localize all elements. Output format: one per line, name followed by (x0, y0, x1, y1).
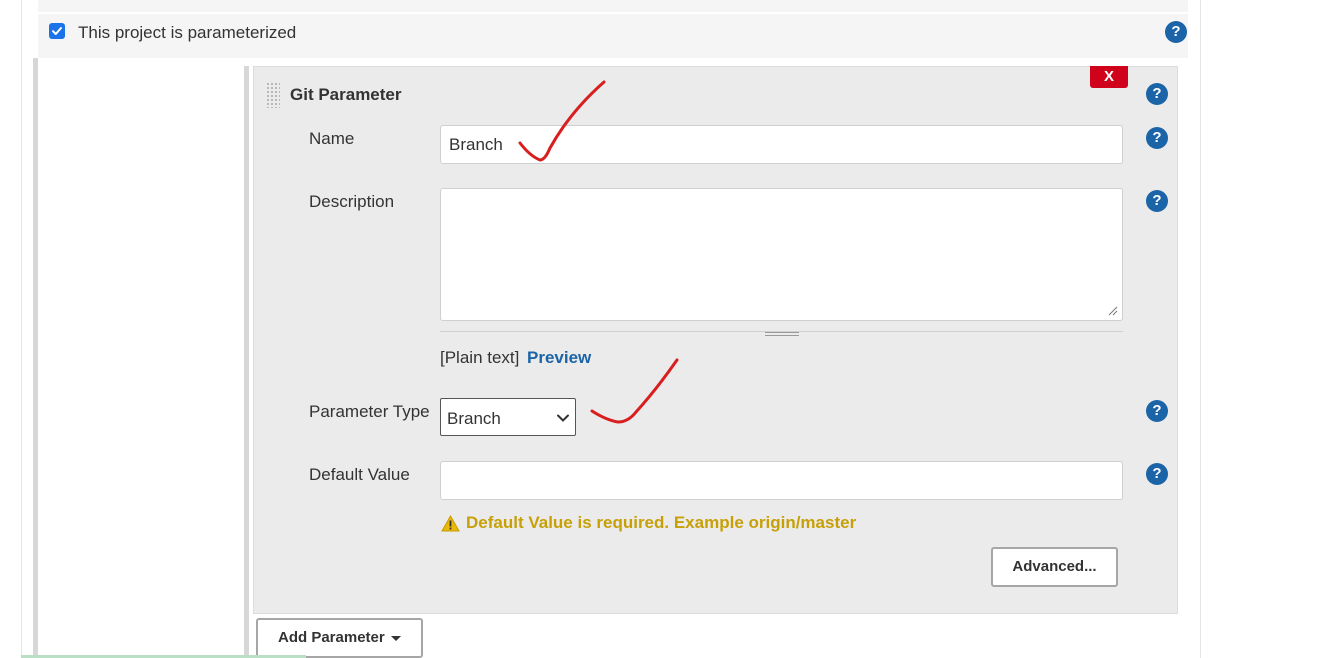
default-value-label: Default Value (309, 465, 410, 484)
chevron-down-icon (557, 414, 569, 422)
description-label: Description (309, 192, 395, 211)
add-parameter-button[interactable]: Add Parameter (256, 618, 423, 658)
parameter-type-label: Parameter Type (309, 402, 430, 421)
name-input[interactable] (440, 125, 1123, 164)
resize-handle-icon[interactable] (1108, 306, 1118, 316)
warning-triangle-icon (441, 515, 460, 532)
parameter-indent-bar (244, 66, 249, 658)
caret-down-icon (390, 635, 401, 641)
help-icon[interactable]: ? (1146, 83, 1168, 105)
default-value-input[interactable] (440, 461, 1123, 500)
preview-grip-icon[interactable] (765, 332, 799, 336)
section-indent-bar (33, 58, 38, 658)
parameterized-label: This project is parameterized (78, 23, 297, 42)
default-value-warning: Default Value is required. Example origi… (466, 513, 857, 532)
parameterized-checkbox[interactable] (49, 23, 65, 39)
help-icon[interactable]: ? (1146, 400, 1168, 422)
name-label: Name (309, 129, 355, 148)
description-textarea[interactable] (440, 188, 1123, 321)
drag-handle-icon[interactable] (266, 82, 280, 108)
top-strip (38, 0, 1188, 12)
preview-link[interactable]: Preview (527, 348, 591, 368)
delete-parameter-button[interactable]: X (1090, 66, 1128, 88)
advanced-button[interactable]: Advanced... (991, 547, 1118, 587)
help-icon[interactable]: ? (1165, 21, 1187, 43)
help-icon[interactable]: ? (1146, 190, 1168, 212)
check-icon (52, 27, 62, 35)
parameter-type-value: Branch (447, 409, 501, 428)
help-icon[interactable]: ? (1146, 463, 1168, 485)
help-icon[interactable]: ? (1146, 127, 1168, 149)
format-plain-text-label: [Plain text] (440, 348, 520, 367)
add-parameter-label: Add Parameter (278, 629, 385, 646)
parameter-block-title: Git Parameter (290, 85, 402, 104)
